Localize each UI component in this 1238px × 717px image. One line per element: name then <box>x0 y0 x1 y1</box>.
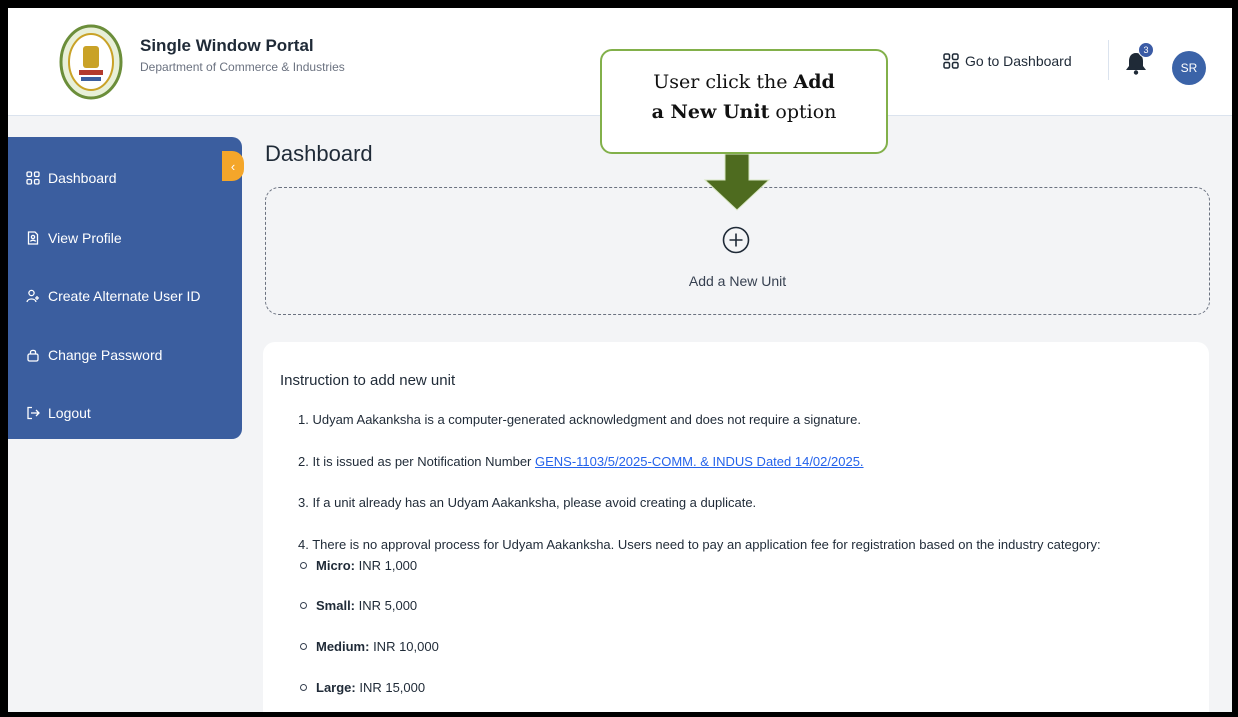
profile-doc-icon <box>27 231 39 245</box>
bullet-icon <box>300 684 307 692</box>
fee-item-micro: Micro: INR 1,000 <box>300 558 417 573</box>
user-add-icon <box>26 289 39 303</box>
fee-item-small: Small: INR 5,000 <box>300 598 417 613</box>
go-to-dashboard-button[interactable]: Go to Dashboard <box>943 53 1072 69</box>
logout-icon <box>27 406 40 420</box>
sidebar-item-label: View Profile <box>48 230 122 246</box>
state-emblem-logo <box>59 24 123 100</box>
bullet-icon <box>300 643 307 651</box>
instruction-item-2-text: 2. It is issued as per Notification Numb… <box>298 454 535 469</box>
app-frame: Single Window Portal Department of Comme… <box>8 8 1232 712</box>
sidebar-item-create-alternate-user-id[interactable]: Create Alternate User ID <box>26 288 201 304</box>
sidebar-item-dashboard[interactable]: Dashboard <box>26 170 117 186</box>
user-avatar[interactable]: SR <box>1172 51 1206 85</box>
sidebar-item-label: Logout <box>48 405 91 421</box>
add-new-unit-label: Add a New Unit <box>688 273 787 289</box>
plus-circle-icon <box>722 226 750 254</box>
portal-title: Single Window Portal <box>140 36 314 55</box>
sidebar-item-logout[interactable]: Logout <box>26 405 91 421</box>
go-to-dashboard-label: Go to Dashboard <box>965 53 1072 69</box>
instruction-item-1: 1. Udyam Aakanksha is a computer-generat… <box>298 412 861 427</box>
notification-count-badge: 3 <box>1138 42 1154 58</box>
sidebar-collapse-toggle[interactable]: ‹ <box>222 151 244 181</box>
instructions-title: Instruction to add new unit <box>280 372 456 389</box>
chevron-left-icon: ‹ <box>224 154 242 178</box>
instruction-item-4: 4. There is no approval process for Udya… <box>298 537 1101 552</box>
instructions-card: Instruction to add new unit 1. Udyam Aak… <box>263 342 1209 712</box>
instruction-item-2: 2. It is issued as per Notification Numb… <box>298 454 864 469</box>
department-subtitle: Department of Commerce & Industries <box>140 60 345 74</box>
grid-icon <box>943 53 959 69</box>
bullet-icon <box>300 602 307 610</box>
grid-icon <box>26 171 40 185</box>
sidebar-item-label: Change Password <box>48 347 163 363</box>
header-divider <box>1108 40 1109 80</box>
page-title: Dashboard <box>265 141 373 166</box>
notification-number-link[interactable]: GENS-1103/5/2025-COMM. & INDUS Dated 14/… <box>535 454 864 469</box>
fee-item-large: Large: INR 15,000 <box>300 680 425 695</box>
sidebar-item-change-password[interactable]: Change Password <box>26 347 162 363</box>
fee-item-medium: Medium: INR 10,000 <box>300 639 439 654</box>
lock-icon <box>27 349 39 362</box>
sidebar-item-label: Dashboard <box>48 170 117 186</box>
sidebar-item-view-profile[interactable]: View Profile <box>26 230 122 246</box>
instruction-item-3: 3. If a unit already has an Udyam Aakank… <box>298 495 757 510</box>
instruction-callout: User click the Add a New Unit option <box>600 49 888 154</box>
sidebar: Dashboard View Profile Create Alternate … <box>8 137 242 439</box>
sidebar-item-label: Create Alternate User ID <box>48 288 201 304</box>
bullet-icon <box>300 562 307 570</box>
down-arrow-icon <box>703 154 771 211</box>
